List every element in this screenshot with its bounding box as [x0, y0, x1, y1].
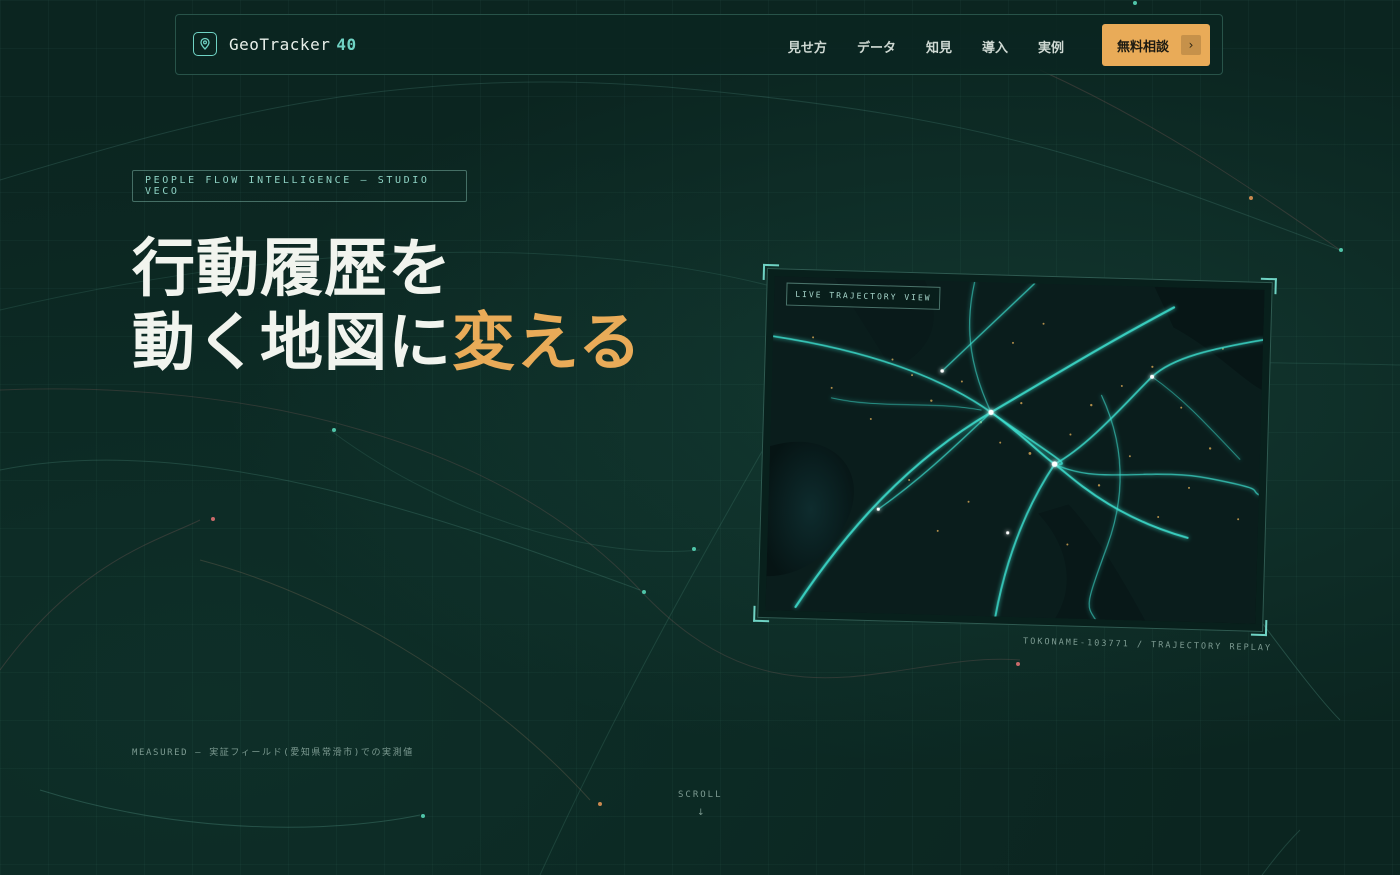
trajectory-map-card: LIVE TRAJECTORY VIEW	[753, 263, 1277, 637]
nav-item-data[interactable]: データ	[857, 37, 896, 56]
arrow-down-icon: ↓	[697, 808, 705, 818]
nav-menu: 見せ方 データ 知見 導入 実例	[758, 37, 1064, 56]
nav-item-insights[interactable]: 知見	[926, 37, 952, 56]
logo-accent: 40	[336, 34, 357, 54]
trajectory-map-image	[765, 276, 1265, 624]
logo[interactable]: GeoTracker 40	[193, 32, 357, 56]
top-navigation: GeoTracker 40 見せ方 データ 知見 導入 実例 無料相談 ›	[175, 14, 1223, 75]
trajectory-map-graphic	[765, 276, 1265, 624]
logo-name: GeoTracker	[229, 34, 331, 54]
nav-item-presentation[interactable]: 見せ方	[788, 37, 827, 56]
hero-tag: PEOPLE FLOW INTELLIGENCE — STUDIO VECO	[132, 170, 467, 202]
cta-label: 無料相談	[1117, 39, 1170, 55]
nav-item-adoption[interactable]: 導入	[982, 37, 1008, 56]
chevron-right-icon: ›	[1181, 35, 1201, 55]
free-consultation-button[interactable]: 無料相談 ›	[1102, 24, 1210, 66]
nav-item-cases[interactable]: 実例	[1038, 37, 1064, 56]
headline-line-2: 動く地図に	[132, 306, 452, 379]
headline-accent: 変える	[452, 306, 643, 379]
measured-note: MEASURED — 実証フィールド(愛知県常滑市)での実測値	[132, 748, 414, 758]
logo-text: GeoTracker 40	[229, 35, 357, 54]
live-trajectory-label: LIVE TRAJECTORY VIEW	[785, 282, 941, 310]
scroll-label[interactable]: SCROLL	[678, 790, 723, 800]
map-pin-icon	[193, 32, 217, 56]
headline-line-1: 行動履歴を	[132, 232, 452, 305]
hero-headline: 行動履歴を 動く地図に変える	[132, 232, 642, 380]
